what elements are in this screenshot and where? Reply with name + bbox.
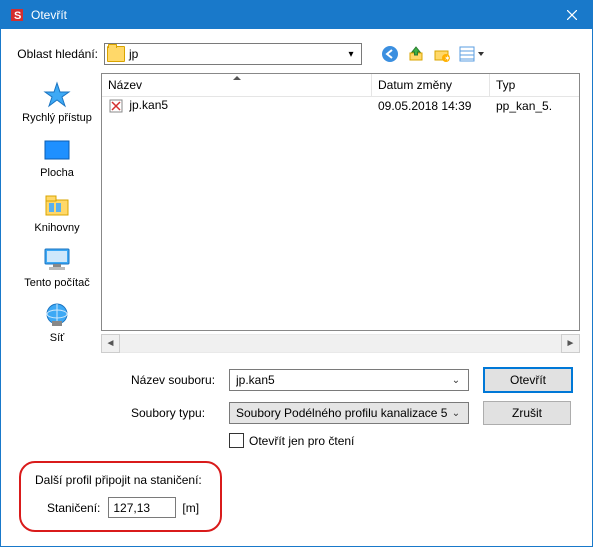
sidebar-item-label: Plocha [40,167,74,179]
nav-icons: ✶ [380,44,486,64]
file-list-body: jp.kan5 09.05.2018 14:39 pp_kan_5. [102,97,579,330]
column-header-type[interactable]: Typ [490,74,579,96]
file-type: pp_kan_5. [490,99,579,113]
places-sidebar: Rychlý přístup Plocha Knihovny [13,73,101,331]
sidebar-item-label: Tento počítač [24,277,89,289]
chevron-down-icon[interactable]: ⌄ [448,408,464,419]
column-header-date[interactable]: Datum změny [372,74,490,96]
cancel-button[interactable]: Zrušit [483,401,571,425]
filename-label: Název souboru: [131,373,223,387]
network-icon [41,299,73,331]
back-icon[interactable] [380,44,400,64]
libraries-icon [41,189,73,221]
station-unit: [m] [182,501,199,515]
filetype-select[interactable]: Soubory Podélného profilu kanalizace 5 ⌄ [229,402,469,424]
open-dialog-window: S Otevřít Oblast hledání: jp ▾ ✶ [0,0,593,547]
filename-value: jp.kan5 [236,373,448,387]
folder-select[interactable]: jp ▾ [104,43,362,65]
horizontal-scrollbar[interactable]: ◄ ► [101,334,580,353]
file-name: jp.kan5 [129,98,168,112]
filetype-value: Soubory Podélného profilu kanalizace 5 [236,406,448,420]
this-pc-icon [41,244,73,276]
open-button[interactable]: Otevřít [483,367,573,393]
file-icon [108,98,124,114]
titlebar: S Otevřít [1,1,592,29]
station-label: Staničení: [47,501,100,515]
sidebar-item-label: Rychlý přístup [22,112,92,124]
sidebar-item-label: Knihovny [34,222,79,234]
svg-text:✶: ✶ [444,54,451,63]
station-input[interactable] [108,497,176,518]
search-row: Oblast hledání: jp ▾ ✶ [13,43,580,65]
controls-area: Název souboru: jp.kan5 ⌄ Otevřít Soubory… [13,367,580,448]
scroll-right-button[interactable]: ► [561,334,580,353]
readonly-label: Otevřít jen pro čtení [249,434,354,448]
sidebar-item-this-pc[interactable]: Tento počítač [13,242,101,291]
scroll-track[interactable] [120,334,561,353]
new-folder-icon[interactable]: ✶ [432,44,452,64]
sidebar-item-quick-access[interactable]: Rychlý přístup [13,77,101,126]
quick-access-icon [41,79,73,111]
sidebar-item-network[interactable]: Síť [13,297,101,346]
file-list[interactable]: Název Datum změny Typ jp.kan5 09.05.2018… [101,73,580,331]
sidebar-item-label: Síť [50,332,65,344]
column-header-name[interactable]: Název [102,74,372,96]
station-attach-box: Další profil připojit na staničení: Stan… [19,461,222,532]
main-area: Rychlý přístup Plocha Knihovny [13,73,580,331]
chevron-down-icon[interactable]: ▾ [343,49,359,60]
app-icon: S [9,7,25,23]
sidebar-item-libraries[interactable]: Knihovny [13,187,101,236]
svg-text:S: S [14,10,21,22]
file-row[interactable]: jp.kan5 09.05.2018 14:39 pp_kan_5. [102,97,579,115]
views-icon[interactable] [458,44,486,64]
dialog-body: Oblast hledání: jp ▾ ✶ [1,29,592,546]
folder-icon [107,46,125,62]
readonly-checkbox[interactable] [229,433,244,448]
search-label: Oblast hledání: [13,47,104,61]
close-button[interactable] [552,1,592,29]
chevron-down-icon[interactable]: ⌄ [448,375,464,386]
station-attach-title: Další profil připojit na staničení: [35,473,202,487]
desktop-icon [41,134,73,166]
readonly-row: Otevřít jen pro čtení [229,433,580,448]
sidebar-item-desktop[interactable]: Plocha [13,132,101,181]
window-title: Otevřít [31,8,552,22]
file-date: 09.05.2018 14:39 [372,99,490,113]
file-list-header: Název Datum změny Typ [102,74,579,97]
filetype-label: Soubory typu: [131,406,223,420]
filename-input[interactable]: jp.kan5 ⌄ [229,369,469,391]
up-icon[interactable] [406,44,426,64]
folder-name: jp [129,47,343,61]
scroll-left-button[interactable]: ◄ [101,334,120,353]
